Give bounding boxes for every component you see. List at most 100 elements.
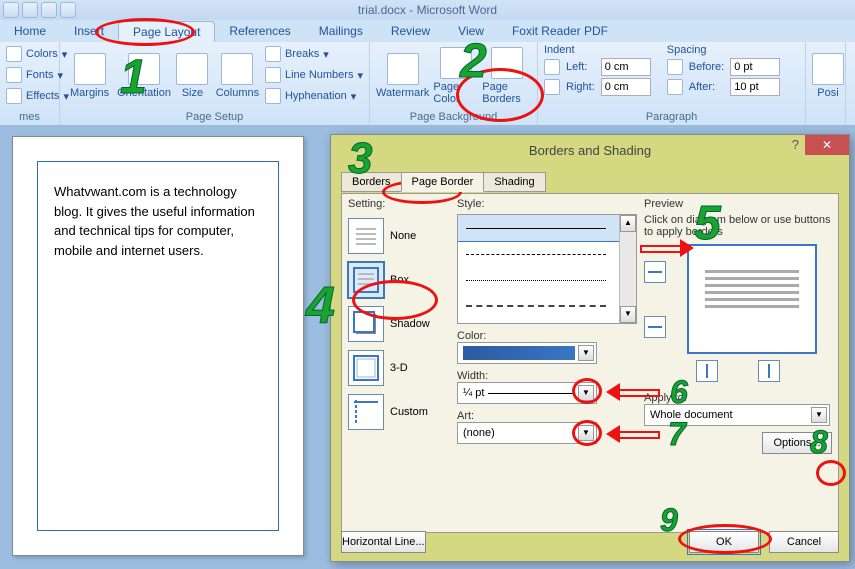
tab-shading[interactable]: Shading [483,172,545,192]
style-option-dot[interactable] [458,267,636,293]
style-scrollbar[interactable]: ▲▼ [619,215,636,323]
columns-button[interactable]: Columns [214,44,261,108]
tab-mailings[interactable]: Mailings [305,21,377,41]
window-title-app: Microsoft Word [417,3,497,17]
watermark-button[interactable]: Watermark [376,44,429,108]
edge-top-button[interactable] [644,261,666,283]
page-color-button[interactable]: Page Color [433,44,478,108]
tab-review[interactable]: Review [377,21,444,41]
position-label: Posi [817,87,838,99]
tab-view[interactable]: View [444,21,498,41]
group-paragraph-label: Paragraph [544,111,799,125]
chevron-down-icon[interactable]: ▼ [578,345,594,361]
preview-label: Preview [644,198,832,210]
art-value: (none) [463,427,495,439]
tab-page-layout[interactable]: Page Layout [118,21,215,42]
cancel-button[interactable]: Cancel [769,531,839,553]
page[interactable]: Whatvwant.com is a technology blog. It g… [12,136,304,556]
page-borders-label: Page Borders [482,81,531,105]
width-value: ¼ pt [463,387,484,399]
setting-box[interactable]: Box [348,258,448,302]
scroll-down-icon[interactable]: ▼ [620,306,636,323]
chevron-down-icon[interactable]: ▼ [811,407,827,423]
edge-left-button[interactable] [696,360,718,382]
line-numbers-button[interactable]: Line Numbers ▾ [265,65,363,85]
art-dropdown[interactable]: (none) ▼ [457,422,597,444]
edge-bottom-button[interactable] [644,316,666,338]
tab-page-border[interactable]: Page Border [401,172,485,192]
spacing-after-input[interactable] [730,78,780,96]
preview-diagram[interactable] [687,244,817,354]
art-label: Art: [457,410,637,422]
tab-foxit[interactable]: Foxit Reader PDF [498,21,622,41]
dialog-help-icon[interactable]: ? [792,137,799,152]
tab-references[interactable]: References [215,21,304,41]
watermark-icon [387,53,419,85]
ok-button[interactable]: OK [689,531,759,553]
indent-left-input[interactable] [601,58,651,76]
chevron-down-icon[interactable]: ▼ [578,385,594,401]
effects-icon [6,88,22,104]
tab-home[interactable]: Home [0,21,60,41]
save-icon[interactable] [3,2,19,18]
window-title-filename: trial.docx [358,3,406,17]
chevron-down-icon[interactable]: ▼ [578,425,594,441]
indent-right-icon [544,79,560,95]
group-pagebg-label: Page Background [376,111,531,125]
scroll-up-icon[interactable]: ▲ [620,215,636,232]
page-borders-button[interactable]: Page Borders [482,44,531,108]
breaks-icon [265,46,281,62]
position-icon [812,53,844,85]
ribbon: Colors ▾ Fonts ▾ Effects ▾ mes Margins O… [0,42,855,126]
options-button[interactable]: Options... [762,432,832,454]
tab-insert[interactable]: Insert [60,21,118,41]
indent-right-label: Right: [566,81,595,93]
qat-more-icon[interactable] [60,2,76,18]
undo-icon[interactable] [22,2,38,18]
size-label: Size [182,87,203,99]
style-option-dashdot[interactable] [458,293,636,319]
redo-icon[interactable] [41,2,57,18]
columns-label: Columns [216,87,259,99]
style-option-dash[interactable] [458,241,636,267]
setting-custom[interactable]: Custom [348,390,448,434]
margins-button[interactable]: Margins [66,44,113,108]
position-button[interactable]: Posi [812,44,844,108]
applyto-dropdown[interactable]: Whole document▼ [644,404,830,426]
spacing-before-input[interactable] [730,58,780,76]
horizontal-line-button[interactable]: Horizontal Line... [341,531,426,553]
margins-icon [74,53,106,85]
spacing-after-label: After: [689,81,724,93]
watermark-label: Watermark [376,87,429,99]
size-button[interactable]: Size [175,44,210,108]
group-pagesetup-label: Page Setup [66,111,363,125]
width-dropdown[interactable]: ¼ pt ▼ [457,382,597,404]
colors-icon [6,46,22,62]
spacing-head: Spacing [667,44,780,56]
setting-shadow-icon [348,306,384,342]
breaks-button[interactable]: Breaks ▾ [265,44,363,64]
style-option-solid[interactable] [458,215,636,241]
page-borders-icon [491,47,523,79]
indent-right-input[interactable] [601,78,651,96]
setting-none-icon [348,218,384,254]
themes-colors-label: Colors [26,48,58,60]
dialog-close-button[interactable]: ✕ [805,135,849,155]
setting-3d-label: 3-D [390,362,408,374]
style-listbox[interactable]: ▲▼ [457,214,637,324]
tab-borders[interactable]: Borders [341,172,402,192]
page-content: Whatvwant.com is a technology blog. It g… [37,161,279,531]
window-title-sep: - [409,3,416,17]
page-color-icon [440,47,472,79]
color-dropdown[interactable]: ▼ [457,342,597,364]
size-icon [176,53,208,85]
setting-shadow[interactable]: Shadow [348,302,448,346]
linenumbers-icon [265,67,281,83]
orientation-button[interactable]: Orientation [117,44,171,108]
hyphenation-icon [265,88,281,104]
edge-right-button[interactable] [758,360,780,382]
document-text: Whatvwant.com is a technology blog. It g… [54,184,255,258]
setting-none[interactable]: None [348,214,448,258]
setting-3d[interactable]: 3-D [348,346,448,390]
hyphenation-button[interactable]: Hyphenation ▾ [265,86,363,106]
